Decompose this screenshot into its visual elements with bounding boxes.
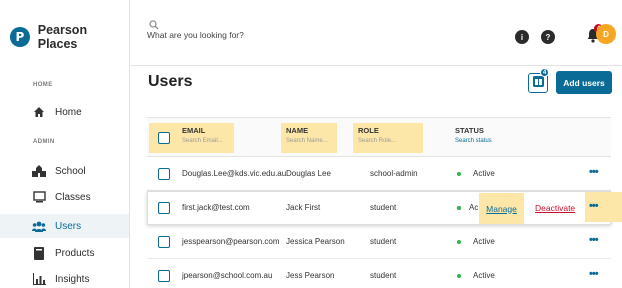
name-cell: Jessica Pearson <box>286 237 345 246</box>
products-icon <box>32 246 46 260</box>
insights-icon <box>32 272 46 286</box>
status-dot-icon <box>457 172 461 176</box>
email-cell: jesspearson@pearson.com <box>182 237 280 246</box>
status-dot-icon <box>457 206 461 210</box>
column-role[interactable]: ROLE Search Role... <box>358 126 396 144</box>
status-cell: Active <box>473 169 495 178</box>
column-title: NAME <box>286 126 309 135</box>
help-icon[interactable]: ? <box>541 30 555 44</box>
section-label-home: HOME <box>33 82 53 88</box>
app-root: P Pearson Places HOME Home ADMIN School … <box>0 0 622 288</box>
status-dot-icon <box>457 240 461 244</box>
info-icon[interactable]: i <box>515 30 529 44</box>
row-checkbox[interactable] <box>158 202 170 214</box>
email-cell: first.jack@test.com <box>182 203 250 212</box>
grid-badge: 4 <box>540 68 549 77</box>
column-email[interactable]: EMAIL Search Email... <box>182 126 223 144</box>
grid-icon <box>532 74 544 92</box>
status-cell: Active <box>473 237 495 246</box>
classes-icon <box>32 190 46 204</box>
name-cell: Douglas Lee <box>286 169 331 178</box>
sidebar-item-insights[interactable]: Insights <box>0 267 129 288</box>
table-row[interactable]: Douglas.Lee@kds.vic.edu.au Douglas Lee s… <box>147 157 611 191</box>
role-search-input[interactable]: Search Role... <box>358 138 396 144</box>
row-checkbox[interactable] <box>158 270 170 282</box>
column-name[interactable]: NAME Search Name... <box>286 126 328 144</box>
row-checkbox[interactable] <box>158 168 170 180</box>
sidebar-item-label: Home <box>55 106 82 118</box>
sidebar-item-label: Insights <box>55 273 90 285</box>
row-checkbox[interactable] <box>158 236 170 248</box>
sidebar-item-classes[interactable]: Classes <box>0 185 129 209</box>
status-dot-icon <box>457 274 461 278</box>
email-cell: Douglas.Lee@kds.vic.edu.au <box>182 169 287 178</box>
email-cell: jpearson@school.com.au <box>182 271 273 280</box>
section-label-admin: ADMIN <box>33 139 55 145</box>
sidebar-item-users[interactable]: Users <box>0 214 129 238</box>
table-row[interactable]: jesspearson@pearson.com Jessica Pearson … <box>147 225 611 259</box>
search-input[interactable]: What are you looking for? <box>147 30 244 40</box>
table-row[interactable]: jpearson@school.com.au Jess Pearson stud… <box>147 259 611 288</box>
brand[interactable]: P Pearson Places <box>10 23 129 51</box>
column-status[interactable]: STATUS Search status <box>455 126 492 144</box>
sidebar-item-products[interactable]: Products <box>0 241 129 265</box>
sidebar-item-school[interactable]: School <box>0 159 129 183</box>
sidebar-item-home[interactable]: Home <box>0 100 129 124</box>
name-cell: Jess Pearson <box>286 271 335 280</box>
more-options-icon[interactable]: ••• <box>589 234 599 246</box>
sidebar-item-label: Users <box>55 220 82 232</box>
status-cell: Ac <box>469 203 479 212</box>
email-search-input[interactable]: Search Email... <box>182 138 223 144</box>
role-cell: student <box>370 271 397 280</box>
role-cell: student <box>370 237 397 246</box>
name-search-input[interactable]: Search Name... <box>286 138 328 144</box>
deactivate-link[interactable]: Deactivate <box>535 203 575 213</box>
sidebar-item-label: School <box>55 165 86 177</box>
name-cell: Jack First <box>286 203 321 212</box>
avatar[interactable]: D <box>596 24 616 44</box>
more-options-icon[interactable]: ••• <box>589 268 599 280</box>
school-icon <box>32 164 46 178</box>
table-row[interactable]: first.jack@test.com Jack First student A… <box>147 191 622 225</box>
search-icon <box>149 17 159 30</box>
column-title: ROLE <box>358 126 379 135</box>
status-search-link[interactable]: Search status <box>455 138 492 144</box>
manage-link[interactable]: Manage <box>479 193 524 224</box>
more-options-icon[interactable]: ••• <box>589 166 599 178</box>
column-title: EMAIL <box>182 126 206 135</box>
sidebar-item-label: Classes <box>55 191 91 203</box>
column-title: STATUS <box>455 126 484 135</box>
add-users-button[interactable]: Add users <box>556 71 612 94</box>
home-icon <box>32 105 46 119</box>
role-cell: student <box>370 203 397 212</box>
brand-name: Pearson Places <box>37 23 88 51</box>
pearson-logo-icon: P <box>10 27 30 47</box>
sidebar: P Pearson Places HOME Home ADMIN School … <box>0 0 130 288</box>
role-cell: school-admin <box>370 169 418 178</box>
sidebar-item-label: Products <box>55 247 95 259</box>
page-title: Users <box>148 73 193 90</box>
select-all-checkbox[interactable] <box>158 132 170 144</box>
users-icon <box>32 219 46 233</box>
top-header: What are you looking for? i ? 4 D <box>131 0 622 66</box>
status-cell: Active <box>473 271 495 280</box>
more-options-icon[interactable]: ••• <box>589 200 599 212</box>
table-header: EMAIL Search Email... NAME Search Name..… <box>147 117 611 157</box>
